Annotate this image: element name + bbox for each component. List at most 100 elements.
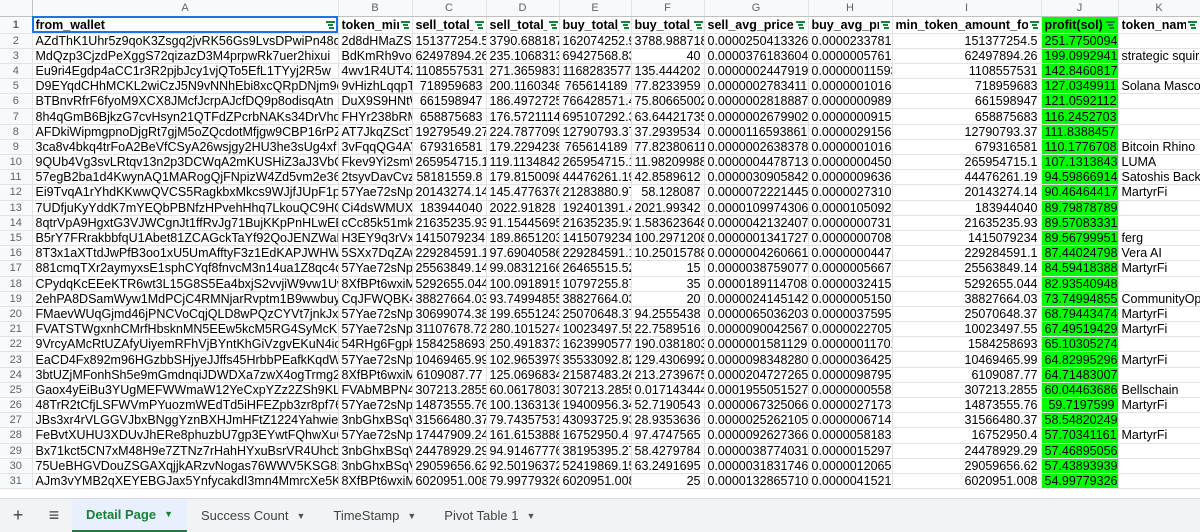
row-number[interactable]: 25 [0,382,33,399]
table-cell[interactable] [1118,276,1200,292]
table-cell[interactable]: BTBnvRfrF6fyoM9XCX8JMcfJcrpAJcfDQ9p8odis… [32,93,339,110]
all-sheets-menu-icon[interactable]: ≡ [36,499,72,532]
table-cell[interactable]: 0.000023378103 [808,33,893,49]
row-number[interactable]: 26 [0,397,33,414]
table-cell[interactable]: 14873555.76 [892,397,1042,414]
filter-icon[interactable] [548,20,558,29]
table-cell[interactable]: 1415079234 [559,230,632,247]
table-cell[interactable]: 2d8dHMaZSea5 [338,33,413,49]
table-cell[interactable]: 35 [631,276,705,292]
column-letter[interactable]: H [808,0,893,17]
table-cell[interactable]: LUMA [1118,154,1200,171]
table-cell[interactable]: 765614189 [559,78,632,95]
table-cell[interactable]: 44476261.19 [559,169,632,186]
table-cell[interactable]: 62497894.26 [892,48,1042,64]
table-cell[interactable]: 9VrcyAMcRtUZAfyUiyemRFhVjBYntKhGiVzgvEKu… [32,336,339,353]
profit-cell[interactable]: 116.2452703 [1041,108,1119,125]
table-cell[interactable]: 25 [631,473,705,490]
table-cell[interactable]: 21635235.93 [559,215,632,231]
table-cell[interactable]: 1108557531 [892,63,1042,80]
table-cell[interactable]: 4wv1R4UT4Zt5 [338,63,413,80]
table-cell[interactable]: 129.4306992 [631,351,705,368]
column-header-cell[interactable]: token_mint_ [338,16,413,34]
table-cell[interactable]: H3EY9q3rVxnU [338,230,413,247]
table-cell[interactable] [1118,93,1200,110]
table-cell[interactable]: 135.444202 [631,63,705,80]
table-cell[interactable]: 2tsyvDavCvzeT [338,169,413,186]
table-cell[interactable]: 29059656.62 [892,458,1042,474]
row-number[interactable]: 5 [0,78,33,95]
table-cell[interactable]: 100.2971208 [631,230,705,247]
row-number[interactable]: 17 [0,260,33,277]
table-cell[interactable]: 235.1068313 [486,48,560,64]
table-cell[interactable]: 0.0000001170192 [808,336,893,353]
table-cell[interactable]: 145.4776376 [486,184,560,201]
table-cell[interactable]: 3nbGhxBSqV1P [338,458,413,474]
table-cell[interactable]: 0.000000267990225 [704,108,809,125]
table-cell[interactable]: 0.000003877403159 [704,443,809,459]
table-cell[interactable]: 0.000004213240717 [704,215,809,231]
profit-cell[interactable]: 111.8388457 [1041,124,1119,140]
table-cell[interactable]: 766428571.4 [559,93,632,110]
row-number[interactable]: 29 [0,443,33,459]
table-cell[interactable]: 0.0000032415643 [808,276,893,292]
table-cell[interactable]: 0.0000098795197 [808,367,893,383]
table-cell[interactable]: 0.000000426066162 [704,245,809,262]
filter-icon[interactable] [401,20,411,29]
table-cell[interactable]: Gaox4yEiBu3YUgMEFWWmaW12YeCxpYZz2ZSh9KLH… [32,382,339,399]
table-cell[interactable]: 42.8589612 [631,169,705,186]
table-cell[interactable] [1118,367,1200,383]
table-cell[interactable]: CqJFWQBK4eP [338,291,413,307]
table-cell[interactable]: 0.0000005761400 [808,48,893,64]
table-cell[interactable]: 265954715.1 [412,154,487,171]
profit-cell[interactable]: 54.99779326 [1041,473,1119,490]
table-cell[interactable]: 189.8651203 [486,230,560,247]
column-letter[interactable]: D [486,0,560,17]
table-cell[interactable]: B5rY7FRrakbbfqU1Abet81ZCAGckTaYf92QoJENZ… [32,230,339,247]
table-cell[interactable]: 15 [631,260,705,277]
table-cell[interactable]: 0.0000000708773 [808,230,893,247]
table-cell[interactable]: 162074252.9 [559,33,632,49]
table-cell[interactable]: 99.08312166 [486,260,560,277]
table-cell[interactable]: FeBvtXUHU3XDUvJhERe8phuzbU7gp3EYwtFQhwXu… [32,427,339,444]
table-cell[interactable]: AJm3vYMB2qXEYEBGJax5YnfycakdI3mn4MmrcXe5… [32,473,339,490]
row-number[interactable]: 2 [0,33,33,49]
table-cell[interactable]: 0.000013286571032 [704,473,809,490]
table-cell[interactable]: 75UeBHGVDouZSGAXqjjkARzvNogas76WWV5KSG8x… [32,458,339,474]
table-cell[interactable]: 10023497.55 [559,321,632,338]
table-cell[interactable]: 658875683 [892,108,1042,125]
table-cell[interactable]: 307213.2855 [892,382,1042,399]
row-number[interactable]: 21 [0,321,33,338]
profit-cell[interactable]: 67.49519429 [1041,321,1119,338]
table-cell[interactable]: 1584258693 [892,336,1042,353]
table-cell[interactable]: Bellschain [1118,382,1200,399]
table-cell[interactable]: FMaevWUqGjmd46jPNCVoCqjQLD8wPQzCYVt7jnkJ… [32,306,339,323]
column-header-cell[interactable]: sell_total_sc [486,16,560,34]
table-cell[interactable]: 79.74357531 [486,412,560,429]
column-header-cell[interactable]: sell_avg_price [704,16,809,34]
filter-icon[interactable] [1188,20,1198,29]
tab-success-count[interactable]: Success Count ▼ [187,499,319,532]
table-cell[interactable]: 69427568.83 [559,48,632,64]
table-cell[interactable]: 186.4972725 [486,93,560,110]
table-cell[interactable]: 0.0000015297126 [808,443,893,459]
row-number[interactable]: 23 [0,351,33,368]
filter-icon[interactable] [1105,20,1115,29]
table-cell[interactable]: 271.3659831 [486,63,560,80]
table-cell[interactable]: 0.000002526210536 [704,412,809,429]
table-cell[interactable]: 190.0381803 [631,336,705,353]
table-cell[interactable]: 38195395.27 [559,443,632,459]
table-cell[interactable]: 0.017143444 [631,382,705,399]
table-cell[interactable]: 21587483.26 [559,367,632,383]
table-cell[interactable]: 6109087.77 [412,367,487,383]
table-cell[interactable]: 0.000000134172783 [704,230,809,247]
table-cell[interactable]: 151377254.5 [412,33,487,49]
table-cell[interactable]: Vera AI [1118,245,1200,262]
table-cell[interactable]: 2021.99342 [631,200,705,216]
table-cell[interactable]: CommunityOptimi [1118,291,1200,307]
column-letter[interactable]: G [704,0,809,17]
table-cell[interactable]: 31566480.37 [892,412,1042,429]
table-cell[interactable]: 661598947 [892,93,1042,110]
table-cell[interactable]: 0.000006732506685 [704,397,809,414]
table-cell[interactable]: 0.0000027173430 [808,397,893,414]
